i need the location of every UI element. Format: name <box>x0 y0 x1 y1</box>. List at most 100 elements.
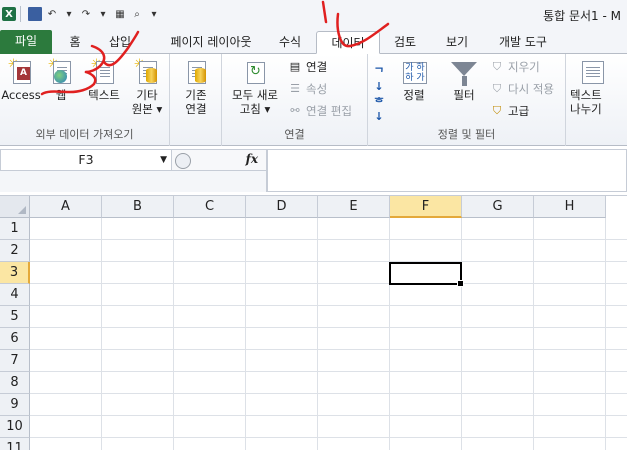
row-header-1[interactable]: 1 <box>0 218 30 240</box>
tab-view[interactable]: 보기 <box>437 31 477 54</box>
spreadsheet-grid: ABCDEFGH 1 2 3 4 5 6 7 8 9 10 11 <box>0 196 627 450</box>
tab-developer[interactable]: 개발 도구 <box>488 31 558 54</box>
qat-separator <box>20 6 21 22</box>
row-header-2[interactable]: 2 <box>0 240 30 262</box>
clear-filter-icon: ⛉ <box>492 60 502 73</box>
column-header-a[interactable]: A <box>30 196 102 218</box>
other-sources-button[interactable]: ✳ 기타 원본 ▾ <box>128 58 166 116</box>
refresh-all-button[interactable]: 모두 새로 고침 ▾ <box>226 58 284 116</box>
window-title: 통합 문서1 - M <box>543 9 621 23</box>
active-cell-f3[interactable] <box>389 262 464 287</box>
access-icon: ✳A <box>8 58 34 86</box>
reapply-label: 다시 적용 <box>508 82 554 96</box>
row-header-4[interactable]: 4 <box>0 284 30 306</box>
chart-icon[interactable]: ▦ <box>113 7 127 21</box>
other-sources-label-2: 원본 ▾ <box>131 102 163 116</box>
tab-formulas[interactable]: 수식 <box>268 31 312 54</box>
redo-dropdown-icon[interactable]: ▾ <box>96 7 110 21</box>
filter-button[interactable]: 필터 <box>444 58 484 102</box>
excel-logo-icon[interactable]: X <box>2 7 16 21</box>
refresh-all-label-2: 고침 ▾ <box>239 102 271 116</box>
group-connections: 모두 새로 고침 ▾ ▤ 연결 ☰ 속성 ⚯ 연결 편집 연결 <box>222 54 368 146</box>
text-file-icon: ✳ <box>91 58 117 86</box>
existing-connections-button[interactable]: 기존 연결 <box>174 58 218 116</box>
row-header-6[interactable]: 6 <box>0 328 30 350</box>
column-header-e[interactable]: E <box>318 196 390 218</box>
text-label: 텍스트 <box>88 88 120 102</box>
row-header-10[interactable]: 10 <box>0 416 30 438</box>
refresh-all-label-1: 모두 새로 <box>232 88 278 102</box>
sort-descending-button[interactable]: ᄒ↓ <box>372 94 390 123</box>
text-to-columns-label-2: 나누기 <box>570 102 602 116</box>
row-header-9[interactable]: 9 <box>0 394 30 416</box>
text-to-columns-button[interactable]: 텍스트 나누기 <box>570 58 626 116</box>
access-label: Access <box>1 88 41 102</box>
text-button[interactable]: ✳ 텍스트 <box>82 58 126 102</box>
column-header-d[interactable]: D <box>246 196 318 218</box>
sort-ascending-button[interactable]: ᄀ↓ <box>372 64 390 93</box>
advanced-label: 고급 <box>508 104 530 118</box>
tab-page-layout[interactable]: 페이지 레이아웃 <box>152 31 270 54</box>
group-external-data: ✳A Access ✳ 웹 ✳ 텍스트 ✳ 기타 원본 ▾ 외부 데이터 가져오… <box>0 54 170 146</box>
text-to-columns-label-1: 텍스트 <box>570 88 602 102</box>
undo-icon[interactable]: ↶ <box>45 7 59 21</box>
customize-dropdown-icon[interactable]: ▾ <box>147 7 161 21</box>
column-header-c[interactable]: C <box>174 196 246 218</box>
other-sources-icon: ✳ <box>134 58 160 86</box>
cell-area[interactable] <box>30 218 627 450</box>
column-header-b[interactable]: B <box>102 196 174 218</box>
save-icon[interactable] <box>28 7 42 21</box>
tab-review[interactable]: 검토 <box>385 31 425 54</box>
web-icon: ✳ <box>48 58 74 86</box>
reapply-button[interactable]: ⛉ 다시 적용 <box>490 80 554 98</box>
tab-insert[interactable]: 삽입 <box>100 31 140 54</box>
tab-file[interactable]: 파일 <box>0 30 52 54</box>
edit-links-button[interactable]: ⚯ 연결 편집 <box>288 102 352 120</box>
formula-controls: fx <box>172 149 267 171</box>
connections-button[interactable]: ▤ 연결 <box>288 58 327 76</box>
print-preview-icon[interactable]: ⌕ <box>130 7 144 21</box>
title-bar: X ↶ ▾ ↷ ▾ ▦ ⌕ ▾ 통합 문서1 - M <box>0 0 627 28</box>
web-button[interactable]: ✳ 웹 <box>44 58 78 102</box>
column-header-g[interactable]: G <box>462 196 534 218</box>
sort-descending-icon: ᄒ↓ <box>373 96 385 123</box>
column-header-f[interactable]: F <box>390 196 462 218</box>
name-box-value: F3 <box>78 152 94 167</box>
reapply-icon: ⛉ <box>492 82 502 95</box>
tab-home[interactable]: 홈 <box>60 31 90 54</box>
group-sort-filter: ᄀ↓ ᄒ↓ 가 하하 가 정렬 필터 ⛉ 지우기 ⛉ 다시 적용 ⛉ 고급 정렬… <box>368 54 566 146</box>
clear-button[interactable]: ⛉ 지우기 <box>490 58 540 76</box>
undo-dropdown-icon[interactable]: ▾ <box>62 7 76 21</box>
redo-icon[interactable]: ↷ <box>79 7 93 21</box>
row-header-5[interactable]: 5 <box>0 306 30 328</box>
sort-button[interactable]: 가 하하 가 정렬 <box>396 58 432 102</box>
edit-links-label: 연결 편집 <box>306 104 352 118</box>
access-button[interactable]: ✳A Access <box>1 58 41 102</box>
filter-label: 필터 <box>453 88 475 102</box>
row-header-11[interactable]: 11 <box>0 438 30 450</box>
properties-button[interactable]: ☰ 속성 <box>288 80 327 98</box>
name-box-dropdown-icon[interactable]: ▼ <box>160 150 167 170</box>
web-label: 웹 <box>55 88 67 102</box>
filter-icon <box>451 58 477 86</box>
insert-function-icon[interactable]: fx <box>246 152 258 166</box>
group-label-external-data: 외부 데이터 가져오기 <box>35 128 134 141</box>
sort-ascending-icon: ᄀ↓ <box>373 66 385 93</box>
row-header-3[interactable]: 3 <box>0 262 30 284</box>
sort-icon: 가 하하 가 <box>401 58 427 86</box>
column-header-h[interactable]: H <box>534 196 606 218</box>
select-all-button[interactable] <box>0 196 30 218</box>
row-header-7[interactable]: 7 <box>0 350 30 372</box>
text-to-columns-icon <box>580 58 606 86</box>
row-header-8[interactable]: 8 <box>0 372 30 394</box>
database-icon <box>183 58 209 86</box>
formula-input[interactable] <box>267 149 627 192</box>
advanced-button[interactable]: ⛉ 고급 <box>490 102 529 120</box>
tab-data[interactable]: 데이터 <box>316 31 380 54</box>
group-existing-connections: 기존 연결 <box>170 54 222 146</box>
name-box[interactable]: F3 ▼ <box>0 149 172 171</box>
resize-handle-icon[interactable] <box>175 153 191 169</box>
sort-label: 정렬 <box>403 88 425 102</box>
advanced-filter-icon: ⛉ <box>492 104 502 117</box>
properties-label: 속성 <box>306 82 328 96</box>
